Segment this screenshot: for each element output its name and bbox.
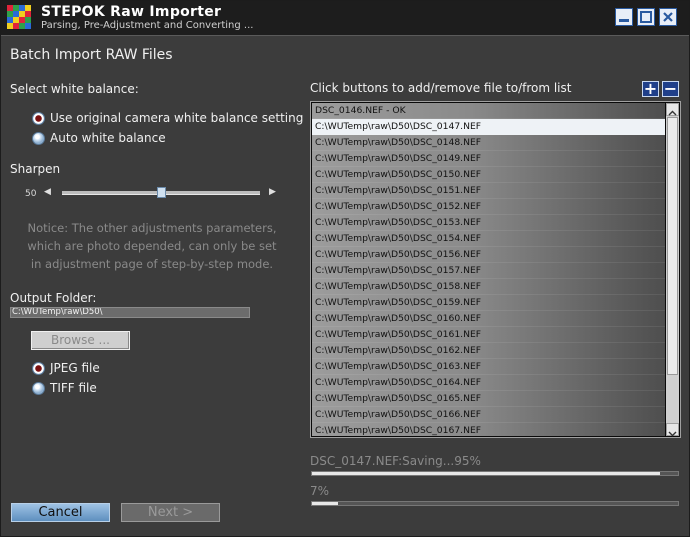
close-button[interactable]	[659, 8, 677, 26]
file-list[interactable]: DSC_0146.NEF - OK C:\WUTemp\raw\D50\DSC_0…	[310, 101, 681, 438]
overall-progress-status: 7%	[310, 484, 330, 498]
file-list-item[interactable]: C:\WUTemp\raw\D50\DSC_0165.NEF	[312, 391, 665, 407]
file-list-item[interactable]: C:\WUTemp\raw\D50\DSC_0148.NEF	[312, 135, 665, 151]
camera-wb-label[interactable]: Use original camera white balance settin…	[50, 111, 303, 125]
file-list-item[interactable]: C:\WUTemp\raw\D50\DSC_0149.NEF	[312, 151, 665, 167]
file-list-item[interactable]: C:\WUTemp\raw\D50\DSC_0161.NEF	[312, 327, 665, 343]
file-list-item[interactable]: C:\WUTemp\raw\D50\DSC_0147.NEF	[312, 119, 665, 135]
overall-progress-fill	[312, 502, 338, 505]
auto-wb-label[interactable]: Auto white balance	[50, 131, 166, 145]
add-file-button[interactable]: +	[642, 81, 659, 97]
file-list-instruction: Click buttons to add/remove file to/from…	[310, 81, 572, 95]
scroll-thumb[interactable]	[667, 117, 678, 375]
page-title: Batch Import RAW Files	[10, 47, 173, 63]
file-list-item[interactable]: DSC_0146.NEF - OK	[312, 103, 665, 119]
browse-button[interactable]: Browse ...	[31, 331, 130, 350]
file-list-item[interactable]: C:\WUTemp\raw\D50\DSC_0150.NEF	[312, 167, 665, 183]
slider-left-arrow-icon[interactable]: ◀	[44, 187, 51, 197]
output-folder-label: Output Folder:	[10, 291, 97, 305]
file-progress-bar	[311, 471, 679, 476]
importer-window: STEPOK Raw Importer Parsing, Pre-Adjustm…	[0, 0, 690, 537]
file-list-item[interactable]: C:\WUTemp\raw\D50\DSC_0157.NEF	[312, 263, 665, 279]
next-button[interactable]: Next >	[121, 503, 220, 522]
app-title: STEPOK Raw Importer	[41, 4, 222, 20]
scroll-down-button[interactable]	[666, 423, 679, 437]
file-list-item[interactable]: C:\WUTemp\raw\D50\DSC_0153.NEF	[312, 215, 665, 231]
minimize-button[interactable]	[615, 8, 633, 26]
file-list-item[interactable]: C:\WUTemp\raw\D50\DSC_0166.NEF	[312, 407, 665, 423]
tiff-label[interactable]: TIFF file	[50, 381, 97, 395]
app-subtitle: Parsing, Pre-Adjustment and Converting .…	[41, 20, 254, 31]
cancel-button[interactable]: Cancel	[11, 503, 110, 522]
file-progress-status: DSC_0147.NEF:Saving...95%	[310, 454, 481, 468]
sharpen-slider-thumb[interactable]	[157, 187, 166, 198]
slider-right-arrow-icon[interactable]: ▶	[269, 187, 276, 197]
file-list-item[interactable]: C:\WUTemp\raw\D50\DSC_0154.NEF	[312, 231, 665, 247]
white-balance-label: Select white balance:	[10, 82, 139, 96]
file-list-item[interactable]: C:\WUTemp\raw\D50\DSC_0167.NEF	[312, 423, 665, 436]
file-list-scrollbar[interactable]	[666, 103, 679, 437]
remove-file-button[interactable]: −	[662, 81, 679, 97]
scroll-up-button[interactable]	[666, 103, 679, 116]
maximize-icon	[640, 11, 652, 23]
file-list-item[interactable]: C:\WUTemp\raw\D50\DSC_0158.NEF	[312, 279, 665, 295]
title-bar: STEPOK Raw Importer Parsing, Pre-Adjustm…	[1, 1, 689, 36]
file-progress-fill	[312, 472, 660, 475]
file-list-rows: DSC_0146.NEF - OK C:\WUTemp\raw\D50\DSC_0…	[312, 103, 665, 436]
minimize-icon	[619, 19, 629, 22]
auto-wb-radio[interactable]	[32, 132, 45, 145]
camera-wb-radio[interactable]	[32, 112, 45, 125]
file-list-item[interactable]: C:\WUTemp\raw\D50\DSC_0162.NEF	[312, 343, 665, 359]
file-list-item[interactable]: C:\WUTemp\raw\D50\DSC_0160.NEF	[312, 311, 665, 327]
close-icon	[663, 12, 673, 22]
tiff-radio[interactable]	[32, 382, 45, 395]
file-list-item[interactable]: C:\WUTemp\raw\D50\DSC_0159.NEF	[312, 295, 665, 311]
jpeg-label[interactable]: JPEG file	[50, 361, 100, 375]
notice-text: Notice: The other adjustments parameters…	[27, 221, 277, 271]
file-list-item[interactable]: C:\WUTemp\raw\D50\DSC_0152.NEF	[312, 199, 665, 215]
maximize-button[interactable]	[637, 8, 655, 26]
jpeg-radio[interactable]	[32, 362, 45, 375]
app-logo	[7, 5, 31, 29]
file-list-item[interactable]: C:\WUTemp\raw\D50\DSC_0156.NEF	[312, 247, 665, 263]
file-list-item[interactable]: C:\WUTemp\raw\D50\DSC_0151.NEF	[312, 183, 665, 199]
chevron-down-icon	[668, 431, 677, 437]
file-list-item[interactable]: C:\WUTemp\raw\D50\DSC_0163.NEF	[312, 359, 665, 375]
output-path-field[interactable]: C:\WUTemp\raw\D50\	[10, 307, 250, 318]
overall-progress-bar	[311, 501, 679, 506]
sharpen-label: Sharpen	[10, 162, 61, 176]
file-list-item[interactable]: C:\WUTemp\raw\D50\DSC_0164.NEF	[312, 375, 665, 391]
sharpen-value: 50	[25, 189, 37, 199]
